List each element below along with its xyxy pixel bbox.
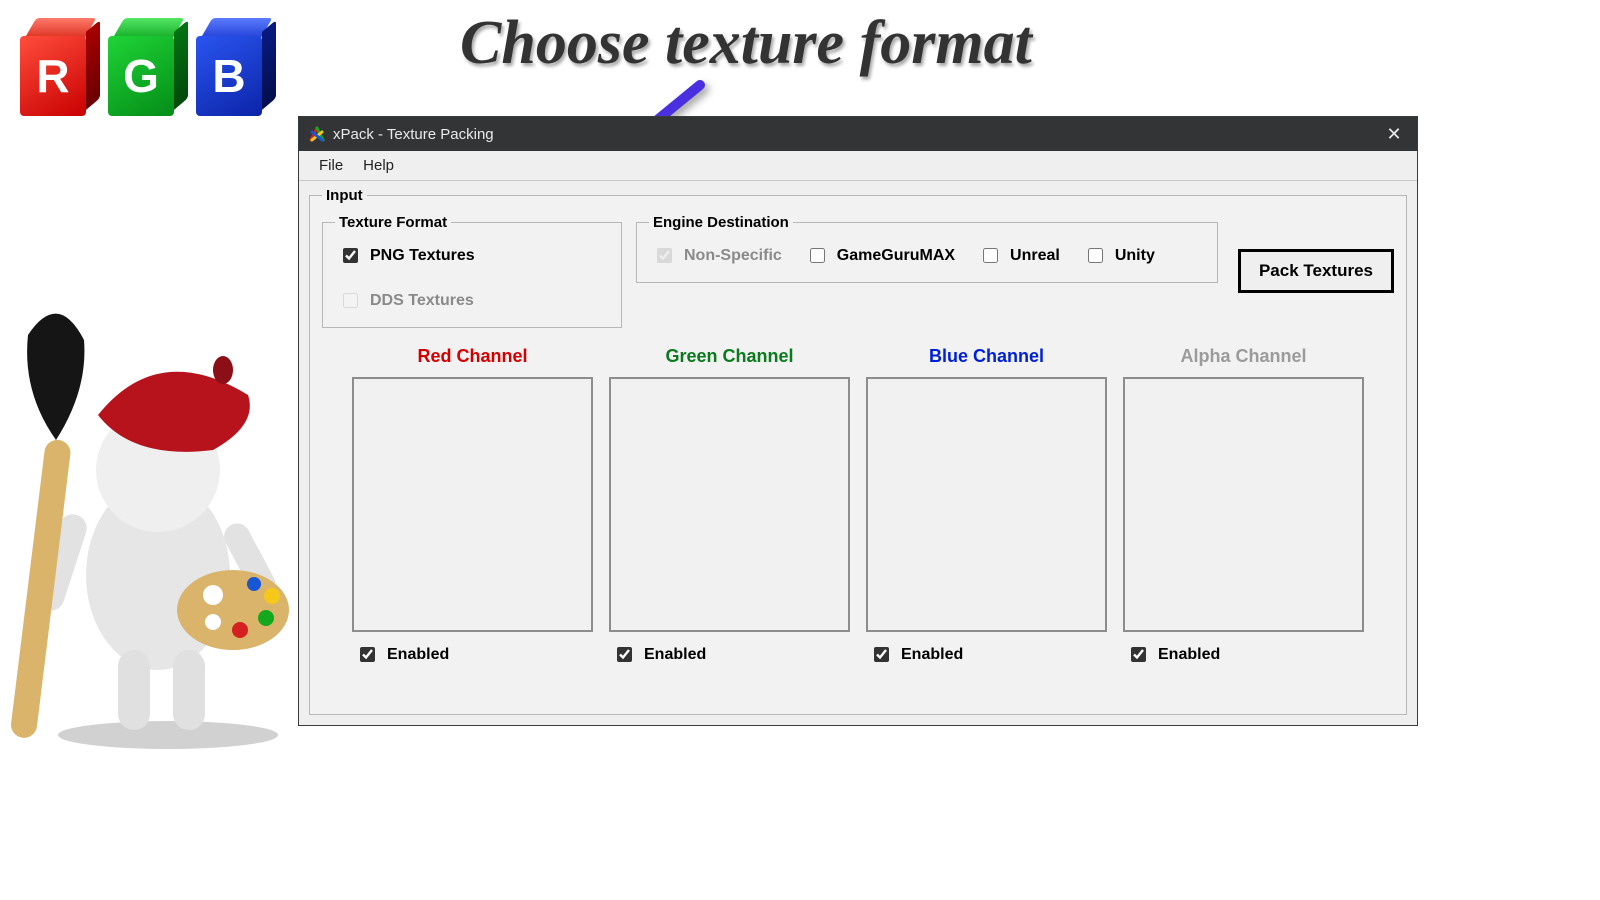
channel-red: Red Channel Enabled — [352, 346, 593, 665]
engine-gamegurumax-label: GameGuruMAX — [837, 247, 955, 265]
close-button[interactable]: ✕ — [1371, 117, 1417, 151]
texture-format-legend: Texture Format — [335, 214, 451, 231]
close-icon: ✕ — [1386, 124, 1401, 145]
engine-destination-group: Engine Destination Non-Specific GameGuru… — [636, 214, 1218, 283]
png-textures-checkbox[interactable]: PNG Textures — [339, 245, 475, 266]
cube-b: B — [196, 18, 276, 116]
engine-nonspecific-checkbox: Non-Specific — [653, 245, 782, 266]
channel-green-enabled-checkbox[interactable]: Enabled — [613, 644, 850, 665]
engine-unity-input[interactable] — [1088, 248, 1103, 263]
engine-destination-legend: Engine Destination — [649, 214, 793, 231]
input-group-legend: Input — [322, 187, 367, 204]
painter-mascot-graphic — [8, 300, 298, 750]
engine-nonspecific-input — [657, 248, 672, 263]
engine-unreal-checkbox[interactable]: Unreal — [979, 245, 1060, 266]
menu-help[interactable]: Help — [353, 153, 404, 178]
engine-gamegurumax-input[interactable] — [810, 248, 825, 263]
channel-blue: Blue Channel Enabled — [866, 346, 1107, 665]
channel-red-enabled-label: Enabled — [387, 646, 449, 664]
dds-textures-input — [343, 293, 358, 308]
channel-red-slot[interactable] — [352, 377, 593, 632]
app-icon — [309, 126, 325, 142]
menubar: File Help — [299, 151, 1417, 181]
engine-gamegurumax-checkbox[interactable]: GameGuruMAX — [806, 245, 955, 266]
cube-r: R — [20, 18, 100, 116]
engine-unity-label: Unity — [1115, 247, 1155, 265]
channel-red-enabled-checkbox[interactable]: Enabled — [356, 644, 593, 665]
channel-red-enabled-input[interactable] — [360, 647, 375, 662]
engine-unity-checkbox[interactable]: Unity — [1084, 245, 1155, 266]
channels-row: Red Channel Enabled Green Channel Enable… — [322, 346, 1394, 665]
engine-unreal-input[interactable] — [983, 248, 998, 263]
png-textures-input[interactable] — [343, 248, 358, 263]
channel-green: Green Channel Enabled — [609, 346, 850, 665]
texture-format-group: Texture Format PNG Textures DDS Textures — [322, 214, 622, 328]
titlebar[interactable]: xPack - Texture Packing ✕ — [299, 117, 1417, 151]
engine-unreal-label: Unreal — [1010, 247, 1060, 265]
cube-g: G — [108, 18, 188, 116]
channel-green-enabled-input[interactable] — [617, 647, 632, 662]
channel-red-title: Red Channel — [352, 346, 593, 367]
channel-blue-enabled-input[interactable] — [874, 647, 889, 662]
channel-alpha-enabled-label: Enabled — [1158, 646, 1220, 664]
menu-file[interactable]: File — [309, 153, 353, 178]
window-title: xPack - Texture Packing — [333, 126, 1371, 143]
pack-textures-button[interactable]: Pack Textures — [1238, 249, 1394, 293]
channel-alpha: Alpha Channel Enabled — [1123, 346, 1364, 665]
channel-blue-title: Blue Channel — [866, 346, 1107, 367]
channel-blue-enabled-label: Enabled — [901, 646, 963, 664]
engine-nonspecific-label: Non-Specific — [684, 247, 782, 265]
channel-alpha-enabled-input[interactable] — [1131, 647, 1146, 662]
input-group: Input Texture Format PNG Textures DDS Te… — [309, 187, 1407, 715]
png-textures-label: PNG Textures — [370, 247, 475, 265]
channel-blue-slot[interactable] — [866, 377, 1107, 632]
channel-alpha-title: Alpha Channel — [1123, 346, 1364, 367]
channel-green-slot[interactable] — [609, 377, 850, 632]
channel-alpha-enabled-checkbox[interactable]: Enabled — [1127, 644, 1364, 665]
channel-green-title: Green Channel — [609, 346, 850, 367]
channel-alpha-slot[interactable] — [1123, 377, 1364, 632]
rgb-cubes-graphic: R G B — [20, 18, 276, 116]
dds-textures-checkbox: DDS Textures — [339, 290, 474, 311]
channel-green-enabled-label: Enabled — [644, 646, 706, 664]
instruction-heading: Choose texture format — [460, 8, 1032, 79]
dds-textures-label: DDS Textures — [370, 292, 474, 310]
app-window: xPack - Texture Packing ✕ File Help Inpu… — [298, 116, 1418, 726]
channel-blue-enabled-checkbox[interactable]: Enabled — [870, 644, 1107, 665]
